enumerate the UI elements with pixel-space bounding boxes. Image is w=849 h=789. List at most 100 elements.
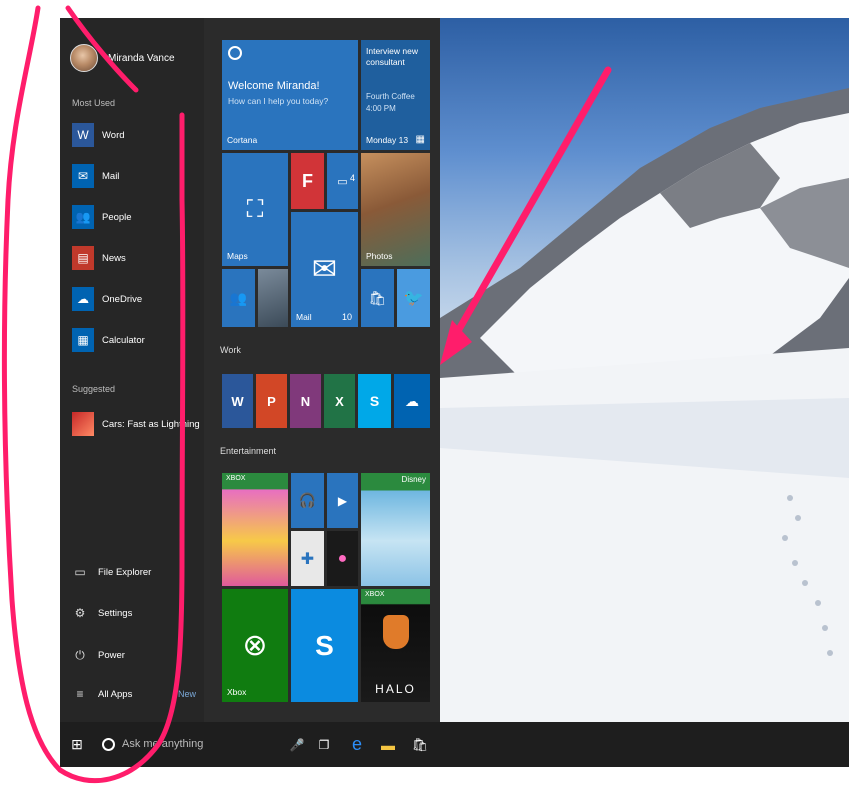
calendar-event: Interview new consultant: [366, 46, 418, 67]
cortana-title: Welcome Miranda!: [228, 80, 320, 92]
cars-game-icon: [72, 412, 94, 436]
store-tile[interactable]: 🛍: [361, 269, 394, 327]
video-tile[interactable]: ▶: [327, 473, 358, 528]
messaging-tile[interactable]: ▭ 4: [327, 153, 358, 209]
cortana-tile[interactable]: Welcome Miranda! How can I help you toda…: [222, 40, 358, 150]
app-tile[interactable]: ✚: [291, 531, 324, 586]
tile-label: Cortana: [227, 135, 258, 145]
people-icon: 👥: [72, 205, 94, 229]
halo-game-tile[interactable]: XBOX HALO: [361, 589, 430, 702]
xbox-badge: XBOX: [365, 591, 385, 598]
calendar-tile[interactable]: Interview new consultant Fourth Coffee 4…: [361, 40, 430, 150]
flipboard-tile[interactable]: F: [291, 153, 324, 209]
maps-icon: ⛶: [246, 195, 264, 223]
headphones-icon: 🎧: [298, 492, 317, 508]
microphone-icon[interactable]: 🎤: [286, 722, 308, 767]
most-used-mail[interactable]: ✉ Mail: [72, 162, 202, 190]
most-used-onedrive[interactable]: ☁ OneDrive: [72, 285, 202, 313]
people-icon: 👥: [229, 289, 248, 306]
cortana-search-icon[interactable]: [96, 722, 120, 767]
mail-count: 10: [341, 312, 352, 322]
shazam-icon: S: [315, 629, 334, 661]
music-tile[interactable]: 🎧: [291, 473, 324, 528]
xbox-tile[interactable]: ⊗ Xbox: [222, 589, 288, 702]
user-account[interactable]: Miranda Vance: [70, 40, 175, 76]
file-explorer-icon[interactable]: ▬: [376, 722, 400, 767]
gear-icon: ⚙: [74, 606, 86, 620]
tile-label: Maps: [227, 251, 248, 261]
search-input[interactable]: Ask me anything: [122, 738, 203, 750]
twitter-tile[interactable]: 🐦: [397, 269, 430, 327]
task-view-icon[interactable]: ❐: [312, 722, 336, 767]
mail-tile[interactable]: ✉ Mail 10: [291, 212, 358, 327]
excel-tile[interactable]: X: [324, 374, 355, 428]
calendar-icon: ▦: [415, 134, 425, 145]
xbox-badge: XBOX: [226, 475, 246, 482]
shazam-tile[interactable]: S: [291, 589, 358, 702]
file-explorer-button[interactable]: ▭ File Explorer: [72, 560, 151, 584]
settings-button[interactable]: ⚙ Settings: [72, 601, 133, 625]
xbox-icon: ⊗: [242, 629, 268, 662]
most-used-calculator[interactable]: ▦ Calculator: [72, 326, 202, 354]
start-menu: Miranda Vance Most Used W Word ✉ Mail 👥 …: [60, 18, 440, 722]
cortana-ring: [101, 738, 115, 751]
new-badge: New: [178, 689, 197, 699]
flipboard-icon: F: [302, 170, 313, 191]
bottom-label: Power: [98, 649, 125, 661]
photos-tile[interactable]: Photos: [361, 153, 430, 266]
paint-tile[interactable]: ●: [327, 531, 358, 586]
most-used-people[interactable]: 👥 People: [72, 203, 202, 231]
most-used-label: Most Used: [72, 98, 116, 108]
messaging-count: 4: [349, 173, 355, 183]
tile-label: Xbox: [227, 687, 247, 697]
onenote-tile[interactable]: N: [290, 374, 321, 428]
app-label: Cars: Fast as Lightning: [102, 418, 200, 430]
bottom-label: File Explorer: [98, 566, 152, 578]
mail-icon: ✉: [311, 253, 338, 286]
taskbar: ⊞ Ask me anything 🎤 ❐ e ▬ 🛍: [60, 722, 849, 767]
work-group-label: Work: [220, 345, 241, 355]
calendar-place: Fourth Coffee: [366, 92, 415, 101]
suggested-label: Suggested: [72, 384, 116, 394]
minions-game-tile[interactable]: XBOX: [222, 473, 288, 586]
video-icon: ▶: [337, 493, 348, 508]
halo-helmet-icon: [383, 615, 409, 649]
tile-label: Photos: [366, 251, 393, 261]
app-label: OneDrive: [102, 293, 143, 305]
powerpoint-tile[interactable]: P: [256, 374, 287, 428]
calendar-time: 4:00 PM: [366, 104, 396, 113]
word-tile[interactable]: W: [222, 374, 253, 428]
onedrive-icon: ☁: [72, 287, 94, 311]
word-icon: W: [231, 393, 244, 409]
store-icon[interactable]: 🛍: [408, 722, 432, 767]
power-button[interactable]: ⏻ Power: [72, 643, 125, 667]
edge-icon[interactable]: e: [344, 722, 370, 767]
entertainment-group-label: Entertainment: [220, 446, 277, 456]
people-tile[interactable]: 👥: [222, 269, 255, 327]
skype-tile[interactable]: S: [358, 374, 391, 428]
onedrive-tile[interactable]: ☁: [394, 374, 430, 428]
cortana-icon: [228, 46, 242, 60]
most-used-word[interactable]: W Word: [72, 121, 202, 149]
app-label: News: [102, 252, 126, 264]
power-icon: ⏻: [75, 647, 85, 662]
avatar: [70, 44, 98, 72]
list-icon: ≡: [76, 687, 84, 701]
app-label: Mail: [102, 170, 120, 182]
contact-photo-tile[interactable]: [258, 269, 288, 327]
onedrive-icon: ☁: [405, 392, 419, 409]
suggested-app[interactable]: Cars: Fast as Lightning: [72, 410, 202, 438]
bottom-label: All Apps: [98, 688, 133, 700]
maps-tile[interactable]: ⛶ Maps: [222, 153, 288, 266]
app-icon: ✚: [300, 550, 315, 568]
frozen-game-tile[interactable]: Disney: [361, 473, 430, 586]
app-label: Calculator: [102, 334, 145, 346]
most-used-news[interactable]: ▤ News: [72, 244, 202, 272]
bottom-label: Settings: [98, 607, 133, 619]
all-apps-button[interactable]: ≡ All Apps: [72, 682, 132, 706]
twitter-icon: 🐦: [403, 290, 424, 307]
halo-label: HALO: [375, 682, 416, 696]
powerpoint-icon: P: [267, 393, 276, 409]
app-label: Word: [102, 129, 125, 141]
windows-start-button[interactable]: ⊞: [60, 722, 94, 767]
